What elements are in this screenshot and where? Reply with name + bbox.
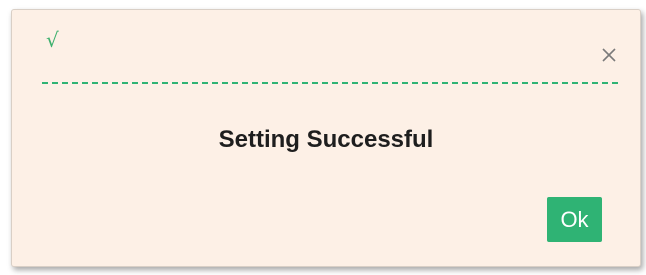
checkmark-icon: √ (46, 28, 59, 52)
close-icon[interactable] (600, 46, 618, 64)
success-dialog: √ Setting Successful Ok (11, 9, 641, 267)
dialog-header: √ (42, 10, 618, 84)
dialog-message: Setting Successful (218, 126, 434, 153)
ok-button[interactable]: Ok (547, 197, 602, 242)
